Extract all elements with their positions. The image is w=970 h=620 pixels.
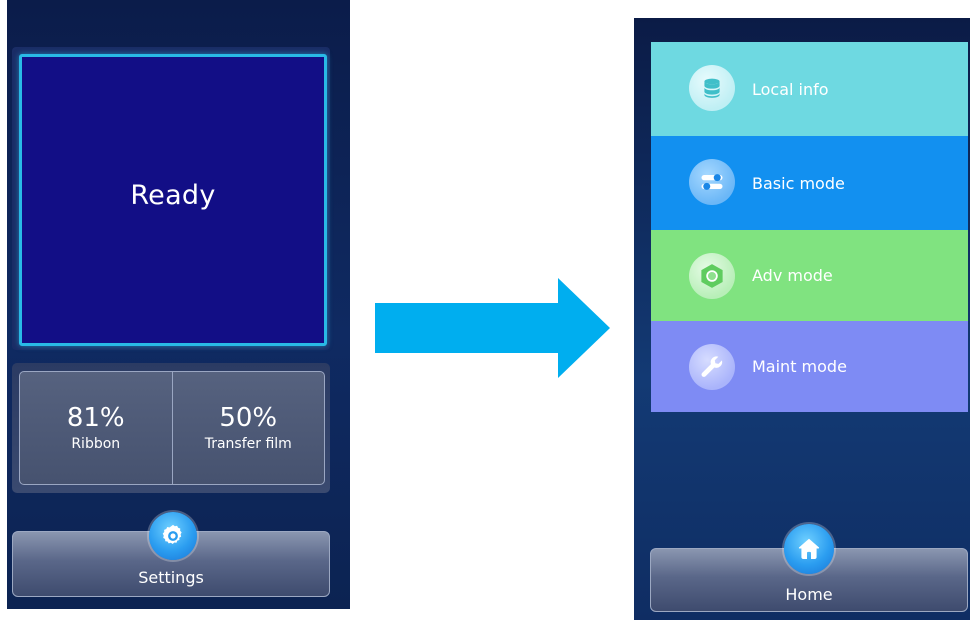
arrow-right-icon	[375, 278, 610, 378]
menu-item-label: Adv mode	[752, 266, 833, 285]
settings-button[interactable]	[149, 512, 197, 560]
ribbon-level-value: 81%	[66, 403, 125, 433]
home-button[interactable]	[784, 524, 834, 574]
hex-nut-icon	[689, 253, 735, 299]
transfer-film-level-label: Transfer film	[204, 436, 292, 452]
menu-item-label: Basic mode	[752, 173, 845, 193]
menu-item-maint-mode[interactable]: Maint mode	[651, 321, 968, 412]
toggle-switches-icon	[689, 159, 735, 205]
ribbon-level-label: Ribbon	[71, 436, 121, 452]
home-icon	[798, 538, 820, 560]
home-label: Home	[785, 585, 833, 604]
transfer-film-level: 50% Transfer film	[171, 372, 325, 484]
menu-item-label: Local info	[752, 79, 829, 99]
consumables-levels: 81% Ribbon 50% Transfer film	[19, 371, 325, 485]
wrench-icon	[689, 344, 735, 390]
menu-item-basic-mode[interactable]: Basic mode	[651, 136, 968, 230]
menu-item-label: Maint mode	[752, 357, 847, 376]
database-icon	[689, 65, 735, 111]
menu-item-adv-mode[interactable]: Adv mode	[651, 230, 968, 321]
status-text: Ready	[130, 179, 216, 211]
settings-menu: Local info Basic mode Adv mode Maint mod…	[651, 42, 968, 412]
ribbon-level: 81% Ribbon	[20, 372, 172, 484]
menu-item-local-info[interactable]: Local info	[651, 42, 968, 136]
transfer-film-level-value: 50%	[219, 403, 278, 433]
status-panel: Ready	[19, 54, 327, 346]
settings-label: Settings	[138, 568, 204, 587]
gear-icon	[162, 524, 182, 545]
